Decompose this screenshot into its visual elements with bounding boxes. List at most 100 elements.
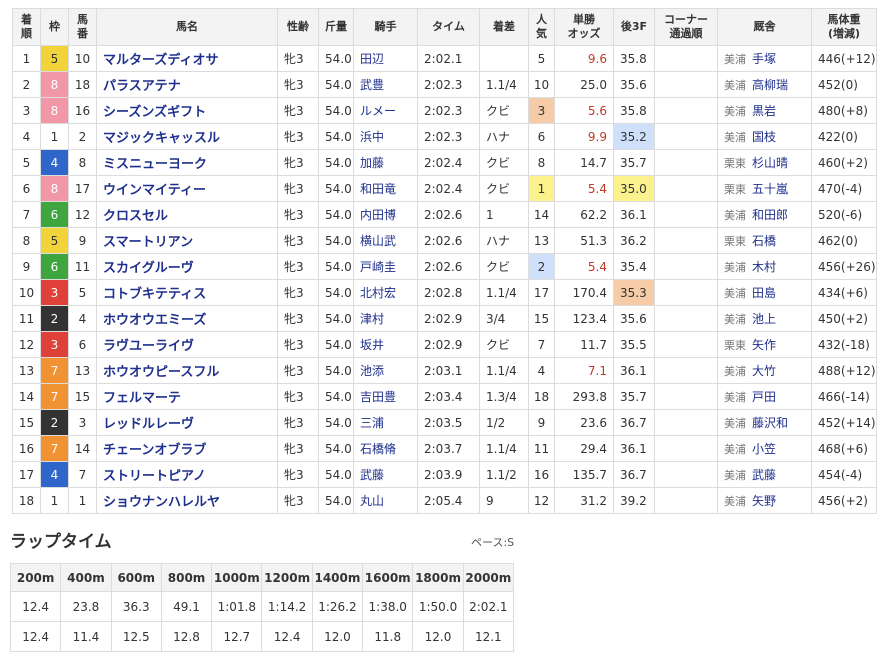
horse-name-link[interactable]: ショウナンハレルヤ	[96, 487, 278, 514]
header-pop[interactable]: 人 気	[528, 8, 555, 46]
horse-name-link[interactable]: フェルマーテ	[96, 383, 278, 410]
header-time[interactable]: タイム	[417, 8, 480, 46]
header-trainer[interactable]: 厩舎	[717, 8, 812, 46]
trainer-name-link[interactable]: 武藤	[752, 468, 776, 482]
header-corner[interactable]: コーナー 通過順	[654, 8, 718, 46]
last3f-cell: 35.6	[613, 71, 655, 98]
horse-name-link[interactable]: ホウオウエミーズ	[96, 305, 278, 332]
trainer-name-link[interactable]: 小笠	[752, 442, 776, 456]
jockey-link[interactable]: ルメー	[353, 97, 418, 124]
trainer-name-link[interactable]: 国枝	[752, 130, 776, 144]
corner-cell	[654, 357, 718, 384]
horse-name-link[interactable]: レッドルレーヴ	[96, 409, 278, 436]
jockey-link[interactable]: 戸崎圭	[353, 253, 418, 280]
trainer-name-link[interactable]: 木村	[752, 260, 776, 274]
trainer-cell[interactable]: 美浦 黒岩	[717, 97, 812, 124]
trainer-cell[interactable]: 栗東 杉山晴	[717, 149, 812, 176]
header-finish[interactable]: 着 順	[12, 8, 41, 46]
finish-cell: 3	[12, 97, 41, 124]
trainer-cell[interactable]: 美浦 藤沢和	[717, 409, 812, 436]
jockey-link[interactable]: 津村	[353, 305, 418, 332]
horse-name-link[interactable]: ストリートピアノ	[96, 461, 278, 488]
jockey-link[interactable]: 吉田豊	[353, 383, 418, 410]
horse-name-link[interactable]: シーズンズギフト	[96, 97, 278, 124]
jockey-link[interactable]: 丸山	[353, 487, 418, 514]
trainer-cell[interactable]: 美浦 田島	[717, 279, 812, 306]
horse-name-link[interactable]: マジックキャッスル	[96, 123, 278, 150]
trainer-cell[interactable]: 美浦 武藤	[717, 461, 812, 488]
horse-name-link[interactable]: コトブキテティス	[96, 279, 278, 306]
jockey-link[interactable]: 浜中	[353, 123, 418, 150]
header-num[interactable]: 馬 番	[68, 8, 97, 46]
trainer-cell[interactable]: 栗東 石橋	[717, 227, 812, 254]
horse-name-link[interactable]: ミスニューヨーク	[96, 149, 278, 176]
jockey-link[interactable]: 武藤	[353, 461, 418, 488]
sex-age-cell: 牝3	[277, 45, 319, 72]
jockey-link[interactable]: 横山武	[353, 227, 418, 254]
trainer-cell[interactable]: 美浦 小笠	[717, 435, 812, 462]
trainer-cell[interactable]: 栗東 五十嵐	[717, 175, 812, 202]
jockey-link[interactable]: 田辺	[353, 45, 418, 72]
trainer-name-link[interactable]: 五十嵐	[752, 182, 788, 196]
jockey-link[interactable]: 武豊	[353, 71, 418, 98]
header-horse[interactable]: 馬名	[96, 8, 278, 46]
corner-cell	[654, 149, 718, 176]
trainer-name-link[interactable]: 杉山晴	[752, 156, 788, 170]
jockey-link[interactable]: 北村宏	[353, 279, 418, 306]
trainer-name-link[interactable]: 戸田	[752, 390, 776, 404]
jockey-link[interactable]: 内田博	[353, 201, 418, 228]
trainer-name-link[interactable]: 黒岩	[752, 104, 776, 118]
trainer-name-link[interactable]: 藤沢和	[752, 416, 788, 430]
trainer-cell[interactable]: 美浦 矢野	[717, 487, 812, 514]
jockey-link[interactable]: 石橋脩	[353, 435, 418, 462]
horse-number-cell: 15	[68, 383, 97, 410]
last3f-cell: 35.5	[613, 331, 655, 358]
jockey-link[interactable]: 三浦	[353, 409, 418, 436]
trainer-name-link[interactable]: 石橋	[752, 234, 776, 248]
trainer-cell[interactable]: 栗東 矢作	[717, 331, 812, 358]
jockey-link[interactable]: 加藤	[353, 149, 418, 176]
trainer-name-link[interactable]: 和田郎	[752, 208, 788, 222]
trainer-cell[interactable]: 美浦 戸田	[717, 383, 812, 410]
trainer-cell[interactable]: 美浦 国枝	[717, 123, 812, 150]
trainer-cell[interactable]: 美浦 高柳瑞	[717, 71, 812, 98]
trainer-name-link[interactable]: 矢作	[752, 338, 776, 352]
trainer-cell[interactable]: 美浦 和田郎	[717, 201, 812, 228]
trainer-cell[interactable]: 美浦 手塚	[717, 45, 812, 72]
trainer-name-link[interactable]: 池上	[752, 312, 776, 326]
header-last3f[interactable]: 後3F	[613, 8, 655, 46]
horse-name-link[interactable]: パラスアテナ	[96, 71, 278, 98]
trainer-name-link[interactable]: 高柳瑞	[752, 78, 788, 92]
horse-name-link[interactable]: スマートリアン	[96, 227, 278, 254]
trainer-name-link[interactable]: 矢野	[752, 494, 776, 508]
time-cell: 2:02.6	[417, 253, 480, 280]
lap-table: 200m 400m 600m 800m 1000m 1200m 1400m 1600m 1800…	[9, 563, 515, 652]
odds-cell: 23.6	[554, 409, 614, 436]
header-jockey[interactable]: 騎手	[353, 8, 418, 46]
jockey-link[interactable]: 池添	[353, 357, 418, 384]
horse-name-link[interactable]: マルターズディオサ	[96, 45, 278, 72]
horse-name-link[interactable]: チェーンオブラブ	[96, 435, 278, 462]
horse-name-link[interactable]: ウインマイティー	[96, 175, 278, 202]
horse-name-link[interactable]: スカイグルーヴ	[96, 253, 278, 280]
horse-name-link[interactable]: ラヴユーライヴ	[96, 331, 278, 358]
jockey-link[interactable]: 坂井	[353, 331, 418, 358]
horse-name-link[interactable]: ホウオウピースフル	[96, 357, 278, 384]
table-row: 15 2 3 レッドルレーヴ 牝3 54.0 三浦 2:03.5 1/2 9 23.6 36.7 美浦藤…	[12, 409, 877, 436]
header-weight[interactable]: 斤量	[318, 8, 354, 46]
trainer-cell[interactable]: 美浦 木村	[717, 253, 812, 280]
finish-cell: 9	[12, 253, 41, 280]
trainer-name-link[interactable]: 手塚	[752, 52, 776, 66]
header-sexage[interactable]: 性齢	[277, 8, 319, 46]
jockey-link[interactable]: 和田竜	[353, 175, 418, 202]
trainer-name-link[interactable]: 田島	[752, 286, 776, 300]
horse-name-link[interactable]: クロスセル	[96, 201, 278, 228]
odds-cell: 9.9	[554, 123, 614, 150]
trainer-cell[interactable]: 美浦 池上	[717, 305, 812, 332]
header-margin[interactable]: 着差	[479, 8, 529, 46]
header-waku[interactable]: 枠	[40, 8, 69, 46]
header-odds[interactable]: 単勝 オッズ	[554, 8, 614, 46]
trainer-name-link[interactable]: 大竹	[752, 364, 776, 378]
trainer-cell[interactable]: 美浦 大竹	[717, 357, 812, 384]
header-bw[interactable]: 馬体重 (増減)	[811, 8, 877, 46]
